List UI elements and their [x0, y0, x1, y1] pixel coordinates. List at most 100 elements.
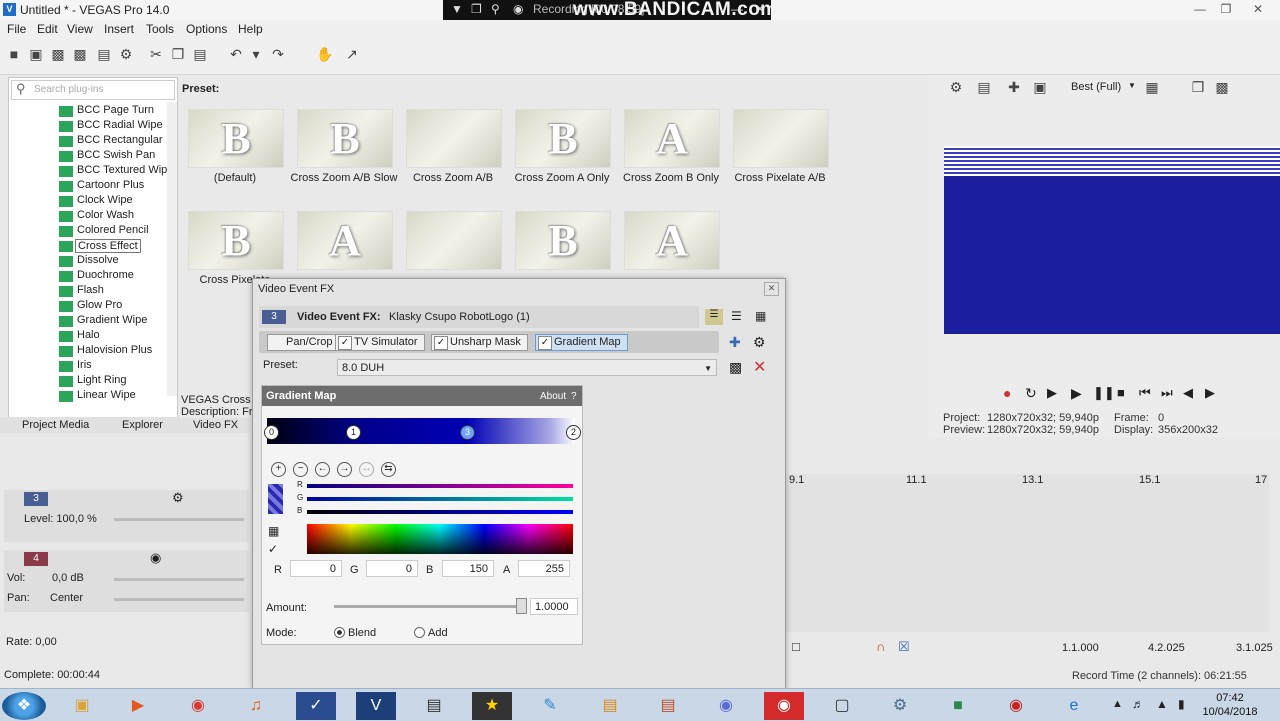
plugin-search-input[interactable]: ⚲ Search plug-ins — [11, 80, 175, 100]
about-link[interactable]: About — [540, 391, 566, 402]
grid-icon[interactable]: ▦ — [1144, 79, 1160, 95]
delete-preset-icon[interactable]: ✕ — [753, 357, 766, 377]
menu-tools[interactable]: Tools — [146, 22, 174, 36]
close-icon[interactable]: ✕ — [1244, 0, 1272, 18]
plugin-tree-item[interactable]: Cartoonr Plus — [59, 179, 174, 194]
preset-thumbnail[interactable]: B — [515, 211, 611, 270]
media-player-icon[interactable]: ▶ — [118, 692, 158, 720]
tree-vertical-scrollbar[interactable] — [167, 102, 177, 396]
dropdown-arrow-icon[interactable]: ▼ — [451, 2, 463, 16]
plugin-tree-item[interactable]: BCC Radial Wipe — [59, 119, 174, 134]
open-folder-icon[interactable]: ▣ — [28, 46, 44, 62]
copy-snapshot-icon[interactable]: ❐ — [1190, 79, 1206, 95]
paste-icon[interactable]: ▤ — [192, 46, 208, 62]
checkmark-icon[interactable]: ✓ — [538, 336, 552, 350]
auto-ripple-icon[interactable]: ☒ — [898, 639, 910, 655]
menu-help[interactable]: Help — [238, 22, 263, 36]
minimize-icon[interactable]: — — [1186, 0, 1214, 18]
search-icon[interactable]: ⚲ — [491, 2, 500, 16]
tray-arrow-icon[interactable]: ▲ — [1112, 698, 1123, 710]
preset-thumbnail[interactable]: B — [297, 109, 393, 168]
plugin-tree-item[interactable]: Cross Effect — [59, 239, 174, 254]
paint-icon[interactable]: ✎ — [530, 692, 570, 720]
gradient-stop-2[interactable]: 2 — [566, 425, 581, 440]
whats-this-help-icon[interactable]: ↗ — [344, 46, 360, 62]
vef-preset-select[interactable]: 8.0 DUH ▼ — [337, 359, 717, 376]
bandicam-icon[interactable]: ◉ — [764, 692, 804, 720]
plugin-tree-item[interactable]: Dissolve — [59, 254, 174, 269]
preview-quality-select[interactable]: Best (Full) — [1071, 81, 1121, 93]
save-as-icon[interactable]: ▩ — [72, 46, 88, 62]
split-screen-icon[interactable]: ✚ — [1006, 79, 1022, 95]
vef-chain-view-icon[interactable]: ☰ — [705, 309, 723, 325]
close-recorder-icon[interactable]: ✕ — [755, 2, 765, 16]
properties-gear-icon[interactable]: ⚙ — [118, 46, 134, 62]
plugin-tree-item[interactable]: Halovision Plus — [59, 344, 174, 359]
level-slider[interactable] — [114, 518, 244, 521]
menu-view[interactable]: View — [67, 22, 93, 36]
pause-icon[interactable]: ❚❚ — [1093, 385, 1115, 401]
preset-thumbnail[interactable]: A — [624, 211, 720, 270]
network-icon[interactable]: ▲ — [1156, 697, 1168, 711]
plugin-tree-item[interactable]: Colored Pencil — [59, 224, 174, 239]
maximize-icon[interactable]: ❐ — [1212, 0, 1240, 18]
preview-settings-gear-icon[interactable]: ⚙ — [948, 79, 964, 95]
distribute-icon[interactable]: ↔ — [359, 462, 374, 477]
menu-edit[interactable]: Edit — [37, 22, 58, 36]
pan-slider[interactable] — [114, 598, 244, 601]
eyedropper-icon[interactable]: ✓ — [268, 542, 278, 556]
play-icon[interactable]: ▶ — [1071, 385, 1082, 402]
selection-start-time[interactable]: 4.2.025 — [1148, 642, 1185, 654]
cube-app-icon[interactable]: ▢ — [822, 692, 862, 720]
color-spectrum[interactable] — [307, 524, 573, 554]
mode-blend-radio[interactable] — [334, 627, 345, 638]
checkmark-icon[interactable]: ✓ — [434, 336, 448, 350]
gradient-stop-3[interactable]: 3 — [460, 425, 475, 440]
b-channel-slider[interactable] — [307, 510, 573, 514]
file-explorer-icon[interactable]: ▣ — [62, 692, 102, 720]
gradient-stop-0[interactable]: 0 — [264, 425, 279, 440]
preset-thumbnail[interactable] — [733, 109, 829, 168]
discord-icon[interactable]: ◉ — [706, 692, 746, 720]
copy-icon[interactable]: ❐ — [170, 46, 186, 62]
audacity-icon[interactable]: ♫ — [236, 692, 276, 720]
render-icon[interactable]: ▤ — [96, 46, 112, 62]
timeline-tracks[interactable]: 9.1 11.1 13.1 15.1 17 — [784, 474, 1269, 632]
a-value-input[interactable]: 255 — [518, 560, 570, 577]
b-value-input[interactable]: 150 — [442, 560, 494, 577]
help-icon[interactable]: ? — [571, 391, 577, 402]
selection-length-time[interactable]: 3.1.025 — [1236, 642, 1273, 654]
plugin-tree-item[interactable]: BCC Swish Pan — [59, 149, 174, 164]
amount-slider-track[interactable] — [334, 605, 526, 608]
minimize-recorder-icon[interactable]: — — [731, 2, 743, 16]
menu-file[interactable]: File — [7, 22, 26, 36]
plugin-tree-item[interactable]: Light Ring — [59, 374, 174, 389]
vegas-taskbar-icon[interactable]: ✓ — [296, 692, 336, 720]
preset-thumbnail[interactable] — [406, 211, 502, 270]
previous-frame-icon[interactable]: ◀ — [1183, 385, 1193, 401]
undo-dropdown-icon[interactable]: ▾ — [248, 46, 264, 62]
stop-icon[interactable]: ■ — [1117, 385, 1125, 400]
camera-icon[interactable]: ◉ — [513, 2, 523, 16]
plugin-tree-item[interactable]: Duochrome — [59, 269, 174, 284]
preset-thumbnail[interactable] — [406, 109, 502, 168]
fx-chip-pan-crop[interactable]: Pan/Crop — [267, 334, 340, 351]
save-icon[interactable]: ▩ — [50, 46, 66, 62]
preset-thumbnail[interactable]: B — [515, 109, 611, 168]
quality-dropdown-icon[interactable]: ▼ — [1128, 81, 1136, 90]
plugin-tree-item[interactable]: Halo — [59, 329, 174, 344]
cut-icon[interactable]: ✂ — [148, 46, 164, 62]
plugin-tree-item[interactable]: Linear Wipe — [59, 389, 174, 404]
vef-grid-view-icon[interactable]: ▦ — [755, 309, 766, 323]
plugin-tree-item[interactable]: BCC Page Turn — [59, 104, 174, 119]
internet-explorer-icon[interactable]: e — [1054, 692, 1094, 720]
redo-icon[interactable]: ↷ — [270, 46, 286, 62]
plugin-tree-item[interactable]: Gradient Wipe — [59, 314, 174, 329]
reverse-icon[interactable]: ⇆ — [381, 462, 396, 477]
editor-icon[interactable]: ▤ — [648, 692, 688, 720]
overlays-icon[interactable]: ▣ — [1032, 79, 1048, 95]
cursor-time[interactable]: 1.1.000 — [1062, 642, 1099, 654]
archive-icon[interactable]: ▤ — [590, 692, 630, 720]
color-picker-icon[interactable]: ▦ — [268, 524, 279, 538]
tab-video-fx[interactable]: Video FX — [193, 419, 238, 431]
